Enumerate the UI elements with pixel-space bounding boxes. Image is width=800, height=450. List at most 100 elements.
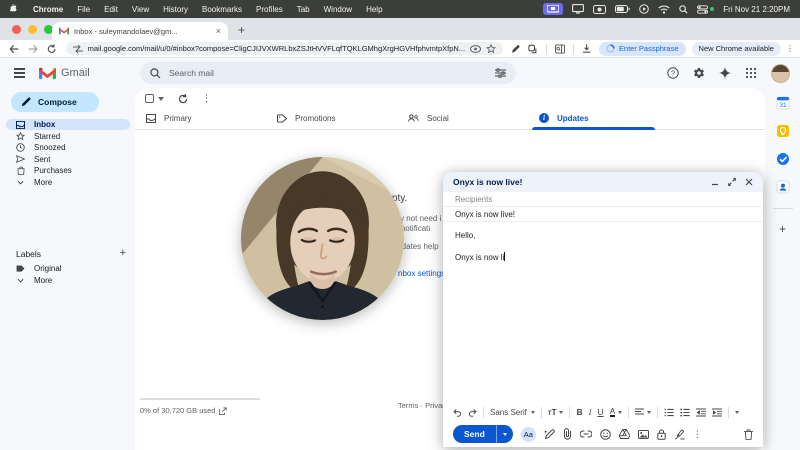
- recipients-field[interactable]: Recipients: [443, 192, 763, 207]
- confidential-mode-icon[interactable]: [657, 429, 666, 440]
- discard-draft-icon[interactable]: [744, 429, 753, 440]
- numbered-list-icon[interactable]: [664, 408, 674, 417]
- new-tab-button[interactable]: +: [238, 24, 245, 36]
- bookmark-star-icon[interactable]: [486, 44, 496, 54]
- outdent-icon[interactable]: [696, 408, 706, 417]
- apple-menu-icon[interactable]: [10, 4, 19, 15]
- sidebar-item-sent[interactable]: Sent: [6, 154, 130, 165]
- insert-signature-icon[interactable]: [674, 429, 685, 440]
- spotlight-search-icon[interactable]: [679, 5, 688, 14]
- select-all-checkbox[interactable]: [145, 94, 164, 103]
- formatting-options-button[interactable]: Aa: [521, 427, 536, 442]
- insert-emoji-icon[interactable]: [600, 429, 611, 440]
- more-formatting-icon[interactable]: [735, 411, 739, 414]
- bold-button[interactable]: B: [576, 407, 582, 417]
- battery-icon[interactable]: [615, 5, 630, 13]
- text-color-button[interactable]: A: [610, 407, 623, 418]
- undo-icon[interactable]: [453, 408, 462, 417]
- compose-button[interactable]: Compose: [11, 92, 99, 112]
- inbox-settings-link[interactable]: nbox settings.: [398, 269, 447, 278]
- external-link-icon[interactable]: [219, 407, 227, 415]
- tab-social[interactable]: Social: [397, 106, 528, 130]
- compose-header[interactable]: Onyx is now live!: [443, 172, 763, 192]
- more-send-options-icon[interactable]: ⋮: [693, 429, 702, 440]
- window-minimize-button[interactable]: [28, 25, 37, 34]
- extension-pen-icon[interactable]: [511, 44, 520, 54]
- menubar-item-chrome[interactable]: Chrome: [33, 5, 63, 14]
- main-menu-icon[interactable]: [14, 68, 25, 78]
- menubar-item-view[interactable]: View: [132, 5, 149, 14]
- refresh-icon[interactable]: [178, 94, 188, 104]
- sidebar-item-starred[interactable]: Starred: [6, 131, 130, 142]
- screen-record-icon[interactable]: [639, 4, 649, 14]
- search-options-icon[interactable]: [495, 68, 506, 78]
- wifi-icon[interactable]: [658, 5, 670, 14]
- select-caret-icon[interactable]: [158, 97, 164, 101]
- settings-gear-icon[interactable]: [693, 67, 705, 79]
- downloads-icon[interactable]: [582, 44, 591, 54]
- url-text[interactable]: mail.google.com/mail/u/0/#inbox?compose=…: [88, 44, 465, 53]
- minimize-icon[interactable]: [711, 178, 719, 186]
- gmail-logo[interactable]: [39, 67, 56, 80]
- control-center-icon[interactable]: [697, 5, 714, 14]
- webcam-overlay[interactable]: [241, 157, 404, 320]
- menubar-item-help[interactable]: Help: [366, 5, 382, 14]
- forward-icon[interactable]: [28, 44, 38, 54]
- sidebar-item-snoozed[interactable]: Snoozed: [6, 142, 130, 153]
- menubar-item-history[interactable]: History: [163, 5, 188, 14]
- keep-icon[interactable]: [776, 124, 790, 138]
- display-icon[interactable]: [572, 4, 584, 14]
- italic-button[interactable]: I: [589, 407, 592, 417]
- menubar-item-profiles[interactable]: Profiles: [256, 5, 283, 14]
- send-button[interactable]: Send: [453, 425, 513, 443]
- tab-updates[interactable]: i Updates: [528, 106, 659, 130]
- help-icon[interactable]: ?: [667, 67, 679, 79]
- bullet-list-icon[interactable]: [680, 408, 690, 417]
- apps-grid-icon[interactable]: [745, 67, 757, 79]
- window-close-button[interactable]: [12, 25, 21, 34]
- sidebar-item-more[interactable]: More: [6, 177, 130, 188]
- menubar-item-edit[interactable]: Edit: [104, 5, 118, 14]
- insert-link-icon[interactable]: [580, 430, 592, 438]
- align-button[interactable]: [635, 408, 651, 416]
- menubar-item-tab[interactable]: Tab: [297, 5, 310, 14]
- send-options-caret[interactable]: [497, 433, 513, 436]
- search-input[interactable]: Search mail: [140, 62, 516, 84]
- back-icon[interactable]: [9, 44, 19, 54]
- sidebar-label-original[interactable]: Original: [6, 263, 130, 274]
- create-label-icon[interactable]: +: [120, 248, 126, 259]
- sidebar-item-purchases[interactable]: Purchases: [6, 165, 130, 176]
- underline-button[interactable]: U: [597, 407, 603, 417]
- calendar-icon[interactable]: 31: [776, 96, 790, 110]
- indent-icon[interactable]: [712, 408, 722, 417]
- camera-indicator-icon[interactable]: [593, 5, 606, 14]
- attach-file-icon[interactable]: [563, 428, 572, 440]
- get-addons-button[interactable]: +: [779, 223, 786, 235]
- font-family-select[interactable]: Sans Serif: [490, 408, 535, 417]
- tab-promotions[interactable]: Promotions: [266, 106, 397, 130]
- menubar-clock[interactable]: Fri Nov 21 2:20PM: [723, 5, 790, 14]
- tab-group-extension-icon[interactable]: [528, 44, 537, 54]
- new-chrome-available-button[interactable]: New Chrome available: [692, 42, 781, 56]
- menubar-item-bookmarks[interactable]: Bookmarks: [202, 5, 242, 14]
- sidebar-item-inbox[interactable]: Inbox: [6, 119, 130, 130]
- menubar-item-file[interactable]: File: [77, 5, 90, 14]
- redo-icon[interactable]: [468, 408, 477, 417]
- subject-field[interactable]: Onyx is now live!: [443, 207, 763, 222]
- tab-close-icon[interactable]: ×: [216, 27, 221, 36]
- font-size-select[interactable]: TT: [548, 408, 564, 417]
- search-icon[interactable]: [150, 68, 161, 79]
- screen-sharing-indicator-icon[interactable]: [543, 3, 563, 15]
- contacts-icon[interactable]: [776, 180, 790, 194]
- tasks-icon[interactable]: [776, 152, 790, 166]
- side-panel-icon[interactable]: [555, 44, 565, 54]
- chrome-menu-icon[interactable]: ⋮: [786, 44, 794, 53]
- footer-links[interactable]: Terms · Privacy: [398, 401, 450, 410]
- gemini-sparkle-icon[interactable]: [719, 67, 731, 79]
- insert-photo-icon[interactable]: [638, 430, 649, 439]
- menubar-item-window[interactable]: Window: [324, 5, 352, 14]
- browser-tab[interactable]: Inbox - suleymandolaev@gm... ×: [52, 22, 228, 40]
- popout-icon[interactable]: [728, 178, 736, 186]
- profile-avatar[interactable]: [771, 64, 790, 83]
- enter-passphrase-button[interactable]: Enter Passphrase: [599, 42, 686, 56]
